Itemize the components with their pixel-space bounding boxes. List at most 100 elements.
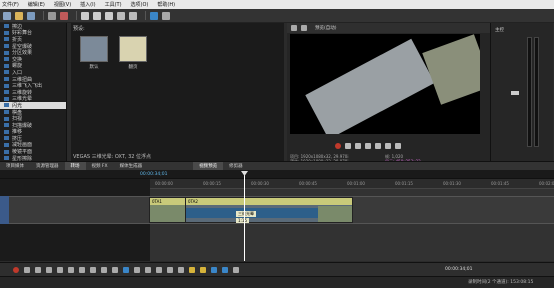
properties-icon[interactable] [48,11,56,20]
menu-item-0[interactable]: 文件(F) [2,1,19,8]
preset-label-default: 默认 [89,65,99,70]
auto-ripple-icon[interactable] [222,266,228,273]
tree-item[interactable]: 入口 [0,69,66,76]
render-icon[interactable] [60,11,68,20]
tree-item[interactable]: 棱镜平面 [0,148,66,155]
envelope-tool-icon[interactable] [134,266,140,273]
menu-item-2[interactable]: 视图(V) [54,1,71,8]
crossfade-icon[interactable] [233,266,239,273]
mixer-title: 主控 [495,28,504,33]
ruler-tick: 00:00:15 [203,181,221,186]
next-frame-icon[interactable] [112,266,118,273]
tree-item[interactable]: 三维飞入飞出 [0,82,66,89]
next-frame-icon[interactable] [395,143,401,149]
tree-item[interactable]: 三维旋转 [0,89,66,96]
transition-name: 三维光晕 [236,211,256,217]
undo-icon[interactable] [117,11,125,20]
tree-item[interactable]: 扫描爆破 [0,122,66,129]
fx-icon [4,136,9,141]
paste-icon[interactable] [105,11,113,20]
cut-icon[interactable] [81,11,89,20]
timeline-top-bar [0,170,554,179]
save-icon[interactable] [27,11,35,20]
clip-b[interactable]: 0TA2 [185,197,353,223]
preset-label-page: 翻页 [128,65,138,70]
fx-icon [4,156,9,161]
prev-frame-icon[interactable] [385,143,391,149]
toolbar-separator [145,11,146,20]
tree-item[interactable]: 折页 [0,36,66,43]
menu-bar: 文件(F) 编辑(E) 视图(V) 插入(I) 工具(T) 选项(O) 帮助(H) [0,0,554,9]
master-fader[interactable] [511,91,519,95]
playhead[interactable] [244,173,245,261]
menu-item-5[interactable]: 选项(O) [131,1,149,8]
tree-item[interactable]: 交换 [0,56,66,63]
snapping-icon[interactable] [211,266,217,273]
region-icon[interactable] [200,266,206,273]
go-to-end-icon[interactable] [90,266,96,273]
menu-item-1[interactable]: 编辑(E) [28,1,45,8]
tree-item[interactable]: 星空爆破 [0,43,66,50]
new-project-icon[interactable] [3,11,11,20]
copy-icon[interactable] [93,11,101,20]
fx-icon [4,77,9,82]
menu-item-3[interactable]: 插入(I) [80,1,95,8]
tree-item[interactable]: 棋盘 [0,109,66,116]
pause-icon[interactable] [57,266,63,273]
fx-icon [4,44,9,49]
clip-b-thumbnail [318,206,352,222]
lock-icon[interactable] [178,266,184,273]
menu-item-6[interactable]: 帮助(H) [157,1,175,8]
marker-icon[interactable] [189,266,195,273]
transitions-tree[interactable]: 擦边 好彩舞台 折页 星空爆破 分区效果 交换 螺旋 入口 三维扭曲 三维飞入飞出 三维旋转 三维光晕… [0,23,67,161]
play-from-start-icon[interactable] [35,266,41,273]
clip-b-header [186,198,352,205]
main-toolbar [0,9,554,23]
loop-playback-icon[interactable] [24,266,30,273]
record-button-icon[interactable] [13,266,19,273]
fx-icon [4,149,9,154]
play-icon[interactable] [355,143,361,149]
ruler-tick: 00:01:15 [395,181,413,186]
redo-icon[interactable] [129,11,137,20]
video-track-header[interactable] [0,196,9,224]
loop-icon[interactable] [345,143,351,149]
record-icon[interactable] [335,143,341,149]
split-icon[interactable] [156,266,162,273]
preview-screen [290,34,480,134]
normal-edit-tool-icon[interactable] [123,266,129,273]
snap-icon[interactable] [150,11,158,20]
trim-icon[interactable] [167,266,173,273]
split-screen-icon[interactable] [301,25,307,31]
ruler-tick: 00:00:00 [155,181,173,186]
tree-item[interactable]: 闪光 [0,102,66,109]
tree-item[interactable]: 减轻画面 [0,142,66,148]
timecode-display: 00:00:34;01 [140,172,168,177]
open-folder-icon[interactable] [15,11,23,20]
tree-item[interactable]: 挤压 [0,135,66,142]
preset-thumbnail-page[interactable] [119,36,147,62]
tree-item[interactable]: 好彩舞台 [0,30,66,36]
prev-frame-icon[interactable] [101,266,107,273]
preview-settings-icon[interactable] [291,25,297,31]
tree-item[interactable]: 擦边 [0,23,66,30]
menu-item-4[interactable]: 工具(T) [105,1,122,8]
fx-icon [4,123,9,128]
stop-icon[interactable] [375,143,381,149]
clip-a-label: 0TA1 [152,199,162,204]
pause-icon[interactable] [365,143,371,149]
go-to-start-icon[interactable] [79,266,85,273]
tree-item[interactable]: 三维光晕 [0,96,66,102]
preview-quality-select[interactable]: 预览(自动) [315,25,337,31]
fx-icon [4,129,9,134]
stop-icon[interactable] [68,266,74,273]
help-icon[interactable] [162,11,170,20]
play-icon[interactable] [46,266,52,273]
tree-item[interactable]: 螺旋 [0,63,66,69]
tree-item[interactable]: 分区效果 [0,49,66,56]
selection-tool-icon[interactable] [145,266,151,273]
clip-b-label: 0TA2 [188,199,198,204]
tree-item[interactable]: 扫视 [0,115,66,122]
preset-thumbnail-default[interactable] [80,36,108,62]
tree-item[interactable]: 推移 [0,129,66,135]
